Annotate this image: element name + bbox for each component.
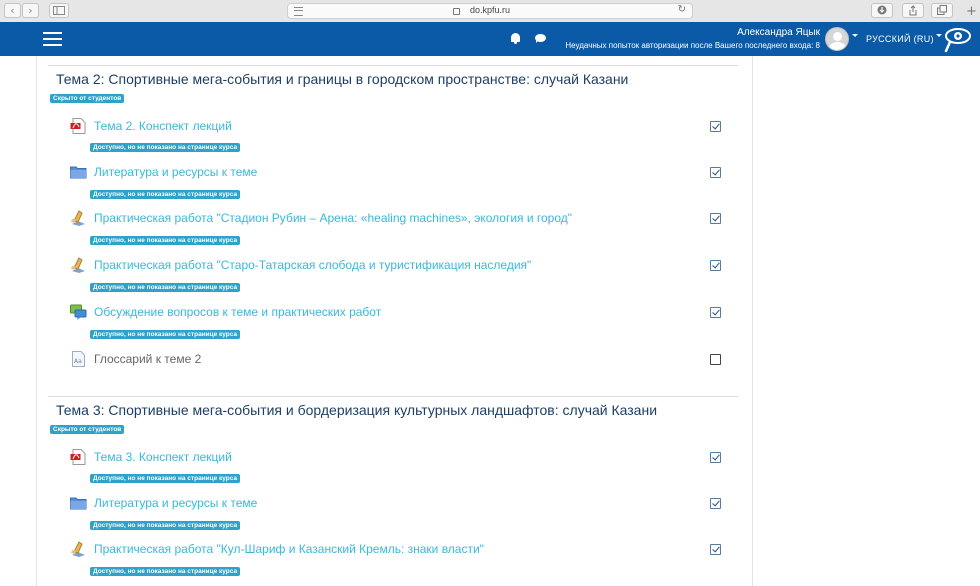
- share-button[interactable]: [902, 3, 924, 18]
- availability-badge: Доступно, но не показано на странице кур…: [90, 236, 241, 245]
- browser-toolbar: ‹ › do.kpfu.ru ↻ +: [0, 0, 980, 23]
- reload-icon[interactable]: ↻: [678, 4, 686, 15]
- sidebar-toggle-icon[interactable]: [49, 3, 69, 18]
- assignment-icon: [71, 541, 85, 557]
- user-menu-caret-icon[interactable]: [852, 34, 858, 37]
- bell-icon[interactable]: [511, 33, 520, 44]
- activity-link[interactable]: Практическая работа "Старо-Татарская сло…: [94, 258, 531, 272]
- completion-checkbox[interactable]: [710, 544, 721, 555]
- completion-checkbox[interactable]: [710, 307, 721, 318]
- pdf-icon: [70, 118, 86, 134]
- availability-badge: Доступно, но не показано на странице кур…: [90, 567, 241, 576]
- tabs-button[interactable]: [931, 3, 953, 18]
- completion-checkbox[interactable]: [710, 452, 721, 463]
- accessibility-eye-icon[interactable]: [944, 25, 972, 53]
- url-text: do.kpfu.ru: [469, 5, 511, 15]
- availability-badge: Доступно, но не показано на странице кур…: [90, 283, 241, 292]
- course-content: Тема 2: Спортивные мега-события и границ…: [36, 56, 753, 586]
- completion-checkbox[interactable]: [710, 260, 721, 271]
- download-button[interactable]: [871, 3, 893, 18]
- messages-icon[interactable]: [535, 34, 546, 43]
- completion-checkbox[interactable]: [710, 121, 721, 132]
- activity-link[interactable]: Глоссарий к теме 2: [94, 352, 201, 366]
- activity-link[interactable]: Литература и ресурсы к теме: [94, 496, 257, 510]
- hidden-badge: Скрыто от студентов: [50, 94, 125, 103]
- completion-checkbox[interactable]: [710, 354, 721, 365]
- availability-badge: Доступно, но не показано на странице кур…: [90, 330, 241, 339]
- activity-link[interactable]: Обсуждение вопросов к теме и практически…: [94, 305, 381, 319]
- section-title[interactable]: Тема 2: Спортивные мега-события и границ…: [56, 71, 628, 87]
- section-title[interactable]: Тема 3: Спортивные мега-события и бордер…: [56, 402, 657, 418]
- activity-link[interactable]: Тема 3. Конспект лекций: [94, 450, 232, 464]
- navbar: Александра Яцык Неудачных попыток автори…: [0, 22, 980, 56]
- activity-link[interactable]: Литература и ресурсы к теме: [94, 165, 257, 179]
- completion-checkbox[interactable]: [710, 498, 721, 509]
- glossary-icon: Aa: [72, 351, 85, 367]
- svg-text:Aa: Aa: [74, 358, 82, 365]
- completion-checkbox[interactable]: [710, 213, 721, 224]
- availability-badge: Доступно, но не показано на странице кур…: [90, 474, 241, 483]
- failed-logins-notice: Неудачных попыток авторизации после Ваше…: [565, 41, 820, 50]
- activity-link[interactable]: Практическая работа "Кул-Шариф и Казанск…: [94, 542, 484, 556]
- activity-link[interactable]: Тема 2. Конспект лекций: [94, 119, 232, 133]
- assignment-icon: [71, 210, 85, 226]
- address-bar[interactable]: do.kpfu.ru ↻: [287, 3, 693, 19]
- availability-badge: Доступно, но не показано на странице кур…: [90, 143, 241, 152]
- hidden-badge: Скрыто от студентов: [50, 425, 125, 434]
- availability-badge: Доступно, но не показано на странице кур…: [90, 521, 241, 530]
- hamburger-menu-icon[interactable]: [43, 32, 62, 46]
- new-tab-icon[interactable]: +: [966, 4, 977, 19]
- forum-icon: [70, 304, 87, 320]
- language-caret-icon[interactable]: [936, 34, 942, 37]
- section-divider: [48, 396, 738, 397]
- availability-badge: Доступно, но не показано на странице кур…: [90, 190, 241, 199]
- pdf-icon: [70, 449, 86, 465]
- forward-button[interactable]: ›: [22, 3, 39, 18]
- folder-icon: [70, 166, 87, 179]
- user-name[interactable]: Александра Яцык: [737, 27, 820, 38]
- avatar[interactable]: [825, 27, 849, 51]
- folder-icon: [70, 497, 87, 510]
- completion-checkbox[interactable]: [710, 167, 721, 178]
- back-button[interactable]: ‹: [4, 3, 21, 18]
- section-divider: [48, 65, 738, 66]
- language-menu[interactable]: РУССКИЙ (RU): [866, 34, 934, 44]
- assignment-icon: [71, 257, 85, 273]
- activity-link[interactable]: Практическая работа "Стадион Рубин – Аре…: [94, 211, 572, 225]
